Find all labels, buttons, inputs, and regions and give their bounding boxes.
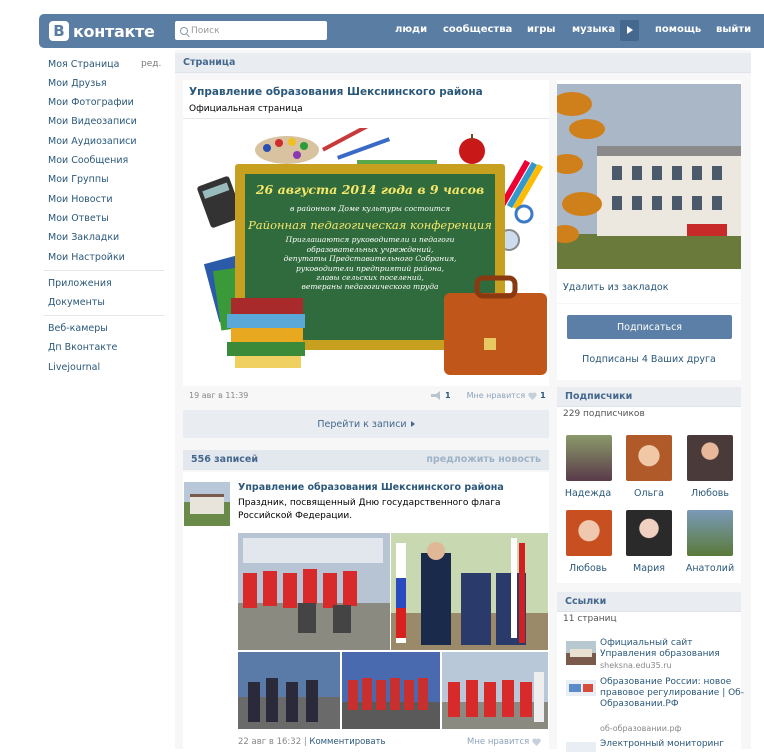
subscriber-name[interactable]: Любовь [553, 563, 623, 574]
subscribers-count: 229 подписчиков [563, 409, 645, 419]
banner-line: ветераны педагогического труда [301, 282, 439, 292]
share-count: 1 [445, 391, 451, 400]
link-title[interactable]: Электронный мониторинг [600, 739, 745, 749]
page-subtitle: Официальная страница [189, 104, 303, 114]
heart-icon[interactable] [532, 738, 541, 746]
like-count: 1 [540, 391, 546, 400]
subscriber-name[interactable]: Анатолий [675, 563, 745, 574]
page-section-header: Страница [175, 53, 751, 73]
vk-logo[interactable]: В контакте [49, 21, 155, 41]
comment-link[interactable]: Комментировать [309, 737, 385, 747]
subscribed-friends-link[interactable]: Подписаны 4 Ваших друга [557, 354, 741, 365]
menu-webcams[interactable]: Веб-камеры [48, 323, 108, 334]
menu-my-answers[interactable]: Мои Ответы [48, 213, 109, 224]
goto-post-button[interactable]: Перейти к записи [183, 410, 549, 438]
post-date[interactable]: 19 авг в 11:39 [189, 391, 248, 400]
subscriber-name[interactable]: Любовь [675, 488, 745, 499]
menu-documents[interactable]: Документы [48, 297, 105, 308]
nav-games-link[interactable]: игры [527, 24, 555, 35]
post-photo[interactable] [342, 652, 440, 729]
share-icon[interactable] [431, 391, 442, 400]
menu-edit-link[interactable]: ред. [141, 59, 161, 69]
links-header[interactable]: Ссылки [557, 592, 741, 612]
subscriber-avatar[interactable] [687, 435, 733, 481]
search-icon [180, 26, 188, 35]
banner-line: депутаты Представительного Собрания, [283, 254, 457, 264]
post-author[interactable]: Управление образования Шекснинского райо… [238, 482, 504, 493]
banner-line: руководители предприятий района, [296, 263, 444, 273]
subscribe-button[interactable]: Подписаться [567, 315, 732, 339]
subscribers-header[interactable]: Подписчики [557, 387, 741, 407]
subscriber-name[interactable]: Ольга [614, 488, 684, 499]
wall-count: 556 записей [191, 454, 259, 465]
conference-banner-image[interactable]: 26 августа 2014 года в 9 часов в районно… [197, 119, 547, 378]
vk-logo-icon: В [49, 21, 69, 41]
banner-line: в районном Доме культуры состоится [289, 203, 451, 213]
post-photo[interactable] [238, 652, 340, 729]
nav-communities-link[interactable]: сообщества [443, 24, 512, 35]
subscriber-avatar[interactable] [566, 435, 612, 481]
menu-dp-vkontakte[interactable]: Дп Вконтакте [48, 342, 117, 353]
post2-date[interactable]: 22 авг в 16:32 [238, 737, 301, 747]
link-url: об-образовании.рф [600, 724, 682, 733]
link-title[interactable]: Образование России: новое правовое регул… [600, 677, 745, 709]
menu-divider [44, 270, 164, 271]
menu-my-bookmarks[interactable]: Мои Закладки [48, 232, 119, 243]
link-thumbnail[interactable] [566, 641, 596, 665]
menu-divider [44, 315, 164, 316]
community-avatar[interactable] [557, 84, 741, 269]
menu-my-settings[interactable]: Мои Настройки [48, 252, 125, 263]
subscriber-name[interactable]: Надежда [553, 488, 623, 499]
nav-music-link[interactable]: музыка [572, 24, 615, 35]
menu-my-news[interactable]: Мои Новости [48, 194, 113, 205]
subscriber-avatar[interactable] [626, 435, 672, 481]
post-photo[interactable] [238, 533, 390, 650]
post-photo[interactable] [442, 652, 548, 729]
remove-bookmark-link[interactable]: Удалить из закладок [563, 282, 668, 293]
menu-my-audio[interactable]: Мои Аудиозаписи [48, 136, 137, 147]
banner-line: Приглашаются руководители и педагоги [285, 235, 455, 245]
post-text: Праздник, посвященный Дню государственно… [238, 498, 501, 522]
search-input[interactable]: Поиск [175, 21, 327, 40]
subscriber-name[interactable]: Мария [614, 563, 684, 574]
subscriber-avatar[interactable] [626, 510, 672, 556]
link-title[interactable]: Официальный сайт Управления образования [600, 638, 745, 660]
banner-line: образовательных учреждений, [306, 244, 434, 254]
banner-line: главы сельских поселений, [316, 272, 424, 282]
divider [183, 118, 549, 119]
menu-my-page[interactable]: Моя Страница [48, 59, 119, 70]
menu-my-messages[interactable]: Мои Сообщения [48, 155, 128, 166]
nav-help-link[interactable]: помощь [655, 24, 701, 35]
subscriber-avatar[interactable] [687, 510, 733, 556]
menu-my-videos[interactable]: Мои Видеозаписи [48, 116, 137, 127]
subscriber-avatar[interactable] [566, 510, 612, 556]
nav-people-link[interactable]: люди [395, 24, 427, 35]
wall-header: 556 записей предложить новость [183, 450, 549, 470]
heart-icon[interactable] [528, 391, 537, 400]
author-avatar[interactable] [184, 482, 230, 526]
suggest-news-link[interactable]: предложить новость [426, 454, 541, 465]
link-url: sheksna.edu35.ru [600, 661, 672, 670]
menu-my-groups[interactable]: Мои Группы [48, 174, 109, 185]
banner-title-line: Районная педагогическая конференция [248, 218, 492, 232]
menu-livejournal[interactable]: Livejournal [48, 362, 100, 373]
link-thumbnail[interactable] [566, 742, 596, 752]
page-name: Управление образования Шекснинского райо… [189, 86, 483, 98]
post2-like-label[interactable]: Мне нравится [467, 737, 529, 747]
music-play-icon[interactable] [620, 20, 639, 41]
links-count: 11 страниц [563, 614, 617, 624]
menu-applications[interactable]: Приложения [48, 278, 112, 289]
menu-my-friends[interactable]: Мои Друзья [48, 78, 107, 89]
link-thumbnail[interactable] [566, 680, 596, 696]
top-header-bar: В контакте Поиск люди сообщества игры му… [39, 14, 764, 48]
banner-date-line: 26 августа 2014 года в 9 часов [255, 182, 485, 197]
menu-my-photos[interactable]: Мои Фотографии [48, 97, 134, 108]
nav-logout-link[interactable]: выйти [716, 24, 751, 35]
vk-logo-text: контакте [73, 21, 155, 41]
arrow-right-icon [410, 421, 415, 427]
like-label[interactable]: Мне нравится [467, 391, 526, 400]
post-photo[interactable] [391, 533, 548, 650]
